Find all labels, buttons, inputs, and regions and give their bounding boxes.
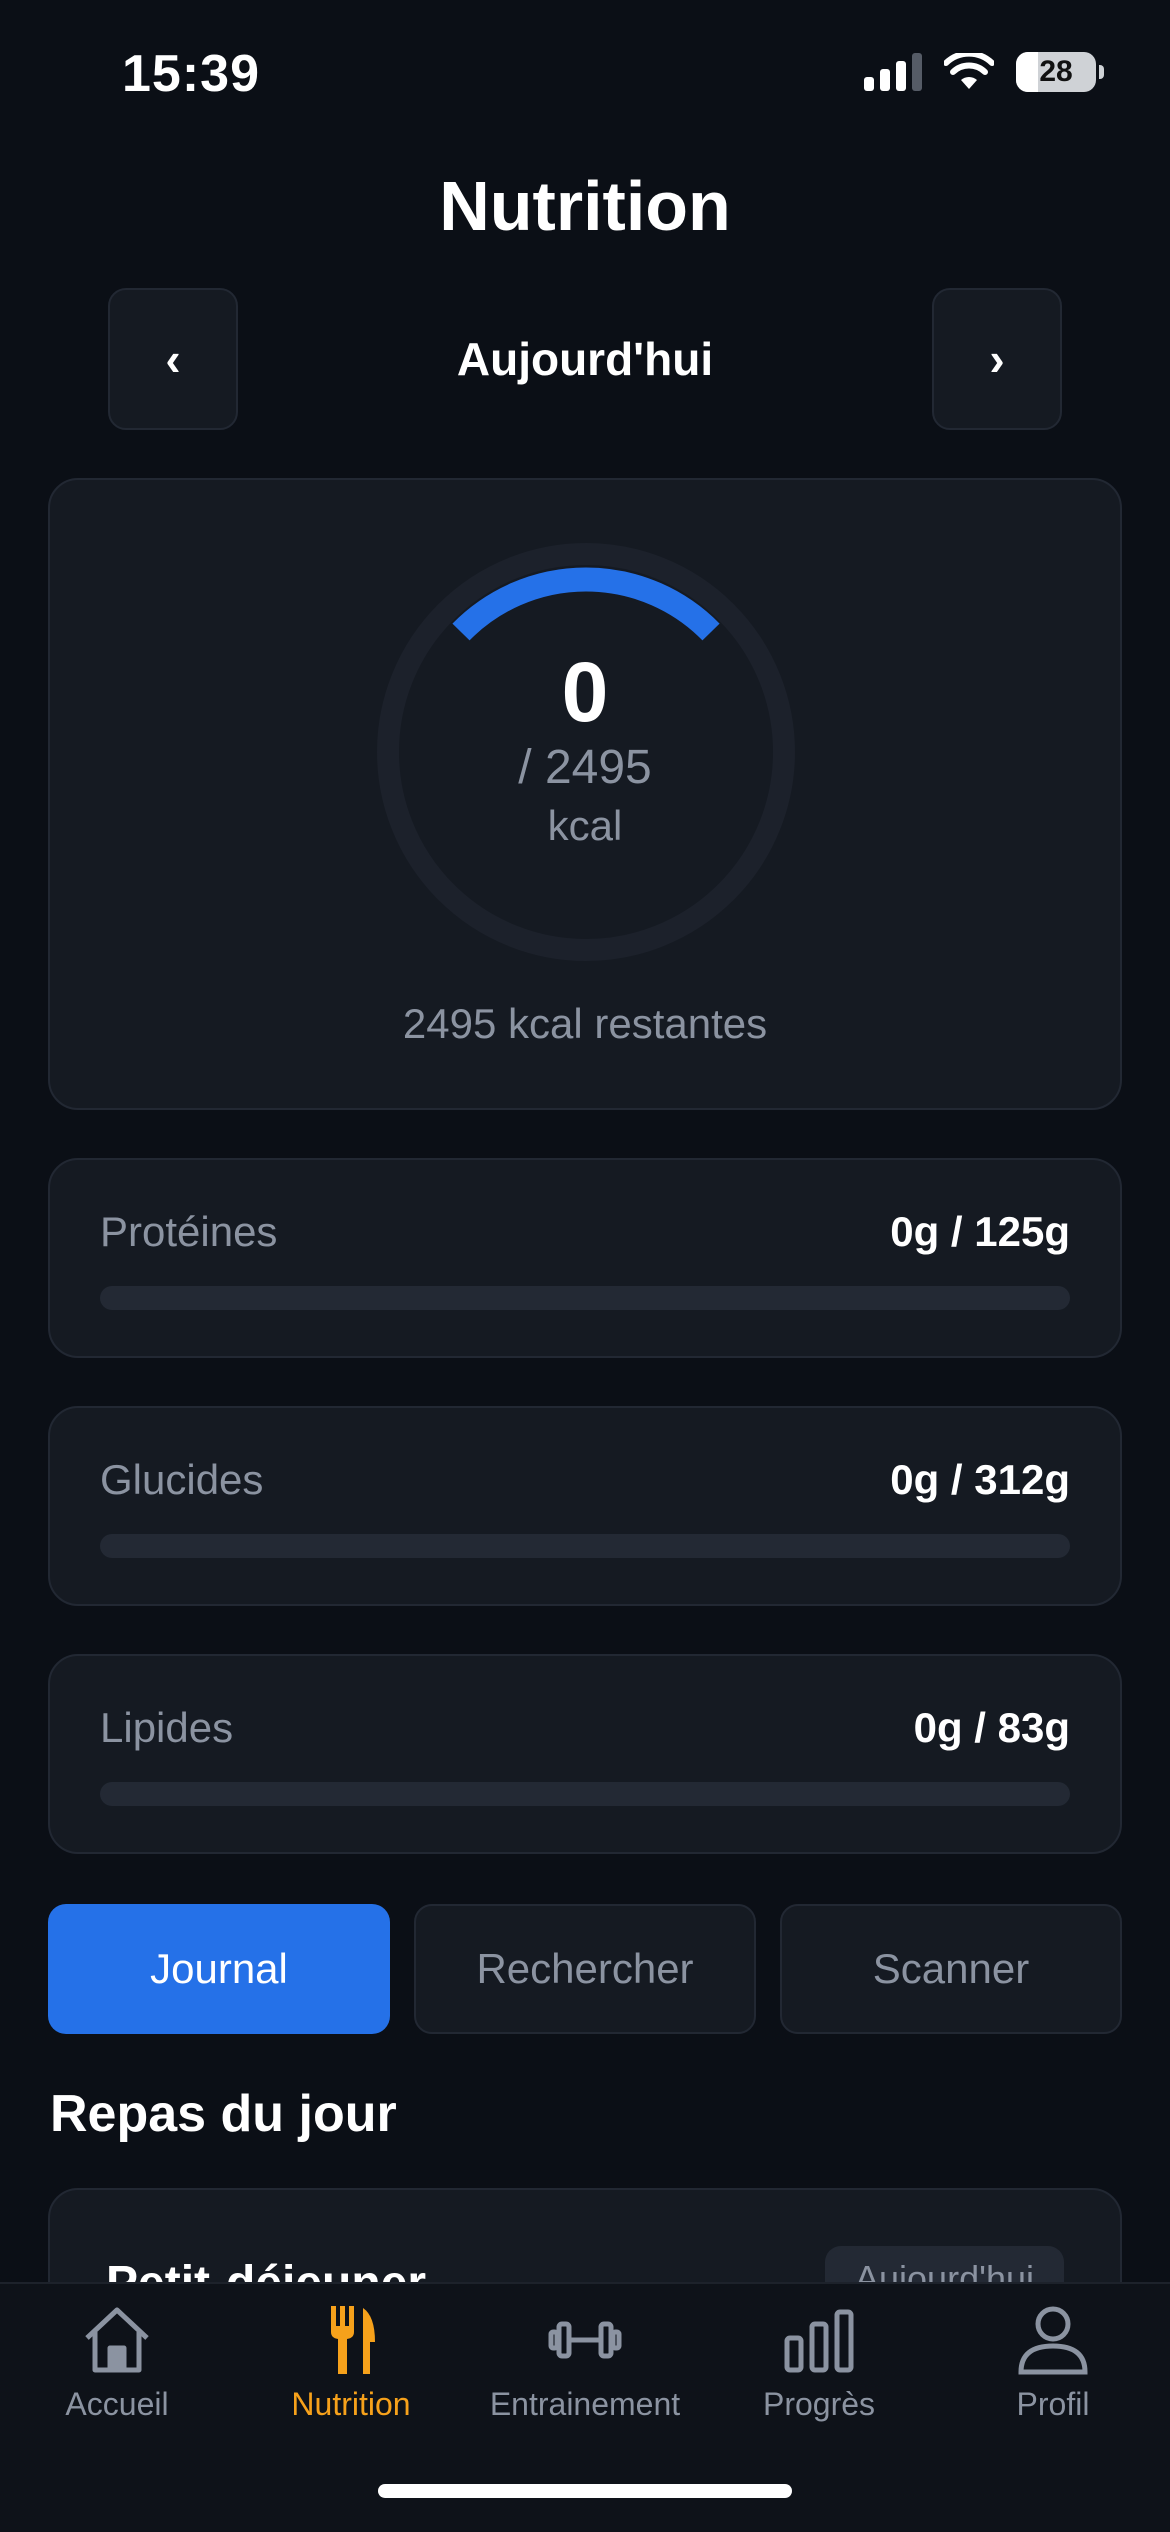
- tabbar-label: Progrès: [762, 2386, 876, 2422]
- tab-journal[interactable]: Journal: [48, 1904, 390, 2034]
- tabbar-item-accueil[interactable]: Accueil: [0, 2302, 234, 2423]
- macro-progress-bar: [100, 1782, 1070, 1806]
- calorie-card: 0 / 2495 kcal 2495 kcal restantes: [48, 478, 1122, 1110]
- tabbar-item-profil[interactable]: Profil: [936, 2302, 1170, 2423]
- tabbar-item-entrainement[interactable]: Entrainement: [468, 2302, 702, 2423]
- fork-knife-icon: [331, 2306, 375, 2374]
- person-icon: [1018, 2306, 1088, 2375]
- dumbbell-icon: [548, 2321, 622, 2359]
- calorie-ring-arc: [452, 567, 720, 641]
- status-time: 15:39: [122, 45, 260, 103]
- calories-remaining: 2495 kcal restantes: [402, 1000, 768, 1047]
- tabbar-label: Nutrition: [291, 2386, 411, 2422]
- macro-card-lipides: Lipides 0g / 83g: [48, 1654, 1122, 1854]
- status-icons: 28: [864, 52, 1104, 92]
- macro-label: Glucides: [100, 1456, 264, 1503]
- home-indicator[interactable]: [378, 2484, 792, 2498]
- tabbar-item-progres[interactable]: Progrès: [702, 2302, 936, 2423]
- tab-scanner[interactable]: Scanner: [780, 1904, 1122, 2034]
- nutrition-screen: 15:39 28 Nutrition ‹ Aujourd'hui › 0 / 2…: [0, 0, 1170, 2532]
- tabbar-label: Accueil: [65, 2386, 169, 2422]
- macro-value: 0g / 125g: [890, 1208, 1070, 1255]
- cellular-signal-icon: [864, 53, 922, 91]
- home-icon: [85, 2307, 149, 2373]
- calories-consumed: 0: [561, 645, 609, 739]
- tabbar-item-nutrition[interactable]: Nutrition: [234, 2302, 468, 2423]
- macro-label: Lipides: [100, 1704, 234, 1751]
- tabbar-label: Entrainement: [489, 2386, 681, 2422]
- macro-value: 0g / 83g: [913, 1704, 1070, 1751]
- bar-chart-icon: [784, 2309, 854, 2373]
- calories-unit: kcal: [547, 802, 623, 849]
- chevron-right-icon: ›: [989, 333, 1005, 385]
- battery-icon: 28: [1016, 52, 1104, 92]
- macro-value: 0g / 312g: [890, 1456, 1070, 1503]
- macro-progress-bar: [100, 1286, 1070, 1310]
- tabbar-label: Profil: [1016, 2386, 1090, 2422]
- meals-section-title: Repas du jour: [50, 2085, 397, 2143]
- tab-rechercher[interactable]: Rechercher: [414, 1904, 756, 2034]
- page-title: Nutrition: [439, 167, 731, 245]
- macro-progress-bar: [100, 1534, 1070, 1558]
- calories-target: / 2495: [518, 741, 652, 794]
- macro-label: Protéines: [100, 1208, 278, 1255]
- battery-level: 28: [1039, 55, 1073, 88]
- wifi-icon: [944, 53, 994, 89]
- next-day-button[interactable]: ›: [932, 288, 1062, 430]
- macro-card-glucides: Glucides 0g / 312g: [48, 1406, 1122, 1606]
- macro-card-proteines: Protéines 0g / 125g: [48, 1158, 1122, 1358]
